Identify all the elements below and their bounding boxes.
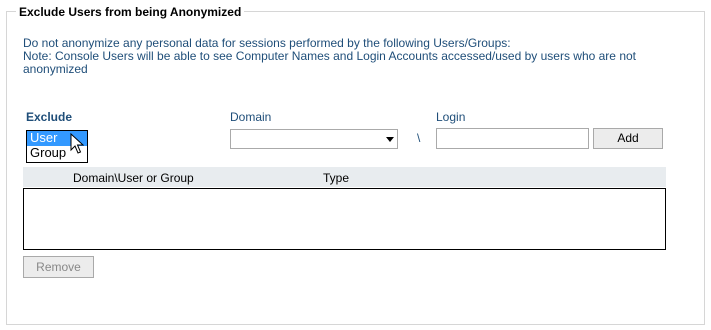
excluded-users-list[interactable] — [23, 188, 666, 250]
chevron-down-icon — [386, 137, 394, 142]
login-input[interactable] — [436, 128, 589, 149]
column-header-type[interactable]: Type — [323, 171, 349, 185]
remove-button[interactable]: Remove — [23, 256, 94, 278]
description-line-2: Note: Console Users will be able to see … — [23, 49, 636, 76]
panel-title: Exclude Users from being Anonymized — [16, 5, 245, 19]
table-header: Domain\User or Group Type — [23, 167, 666, 187]
login-label: Login — [436, 110, 466, 124]
column-header-domain-user[interactable]: Domain\User or Group — [73, 171, 194, 185]
domain-login-separator: \ — [417, 131, 421, 145]
mouse-pointer-icon — [70, 133, 84, 154]
exclude-label: Exclude — [26, 110, 73, 124]
domain-select[interactable] — [230, 129, 398, 149]
panel-description: Do not anonymize any personal data for s… — [23, 37, 663, 76]
domain-label: Domain — [230, 110, 272, 124]
add-button[interactable]: Add — [593, 128, 663, 149]
